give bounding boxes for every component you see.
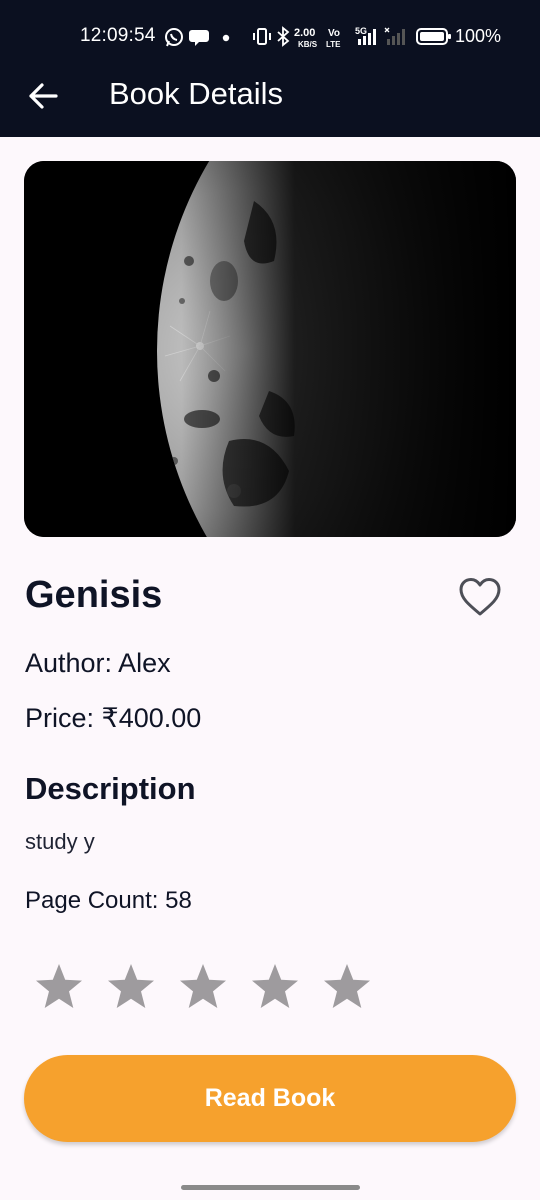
bluetooth-icon [277, 26, 290, 47]
book-price: Price: ₹400.00 [25, 703, 202, 733]
svg-text:Vo: Vo [328, 28, 340, 39]
svg-text:LTE: LTE [326, 40, 341, 49]
svg-text:2.00: 2.00 [294, 27, 315, 39]
system-icons: 2.00 KB/S Vo LTE 5G [253, 26, 451, 49]
book-author: Author: Alex [25, 648, 171, 678]
star-icon[interactable] [250, 962, 300, 1012]
chat-bubble-icon [189, 30, 209, 46]
heart-outline-icon[interactable] [458, 576, 502, 618]
battery-percent: 100% [455, 26, 502, 46]
moon-cover-image [24, 161, 516, 537]
whatsapp-icon [165, 28, 183, 47]
svg-text:KB/S: KB/S [298, 40, 318, 49]
page-title: Book Details [109, 76, 284, 111]
star-icon[interactable] [178, 962, 228, 1012]
home-indicator[interactable] [181, 1185, 360, 1190]
page-count: Page Count: 58 [25, 887, 192, 914]
battery-icon [416, 28, 451, 45]
svg-text:5G: 5G [355, 26, 367, 36]
star-icon[interactable] [34, 962, 84, 1012]
star-icon[interactable] [106, 962, 156, 1012]
star-icon[interactable] [322, 962, 372, 1012]
read-book-button[interactable]: Read Book [24, 1055, 516, 1142]
dot-icon [222, 34, 230, 42]
book-title: Genisis [25, 574, 163, 616]
rating-stars [34, 962, 372, 1012]
arrow-left-icon[interactable] [26, 80, 60, 112]
book-cover-image [24, 161, 516, 537]
notification-icons [165, 28, 230, 47]
status-time: 12:09:54 [80, 25, 156, 46]
book-description: study y [25, 829, 95, 854]
top-bar: 12:09:54 2.00 KB/S Vo LTE 5G 100% Book D… [0, 0, 540, 137]
vibrate-icon [253, 28, 271, 45]
status-bar: 12:09:54 2.00 KB/S Vo LTE 5G 100% [0, 0, 540, 72]
description-heading: Description [25, 771, 196, 806]
